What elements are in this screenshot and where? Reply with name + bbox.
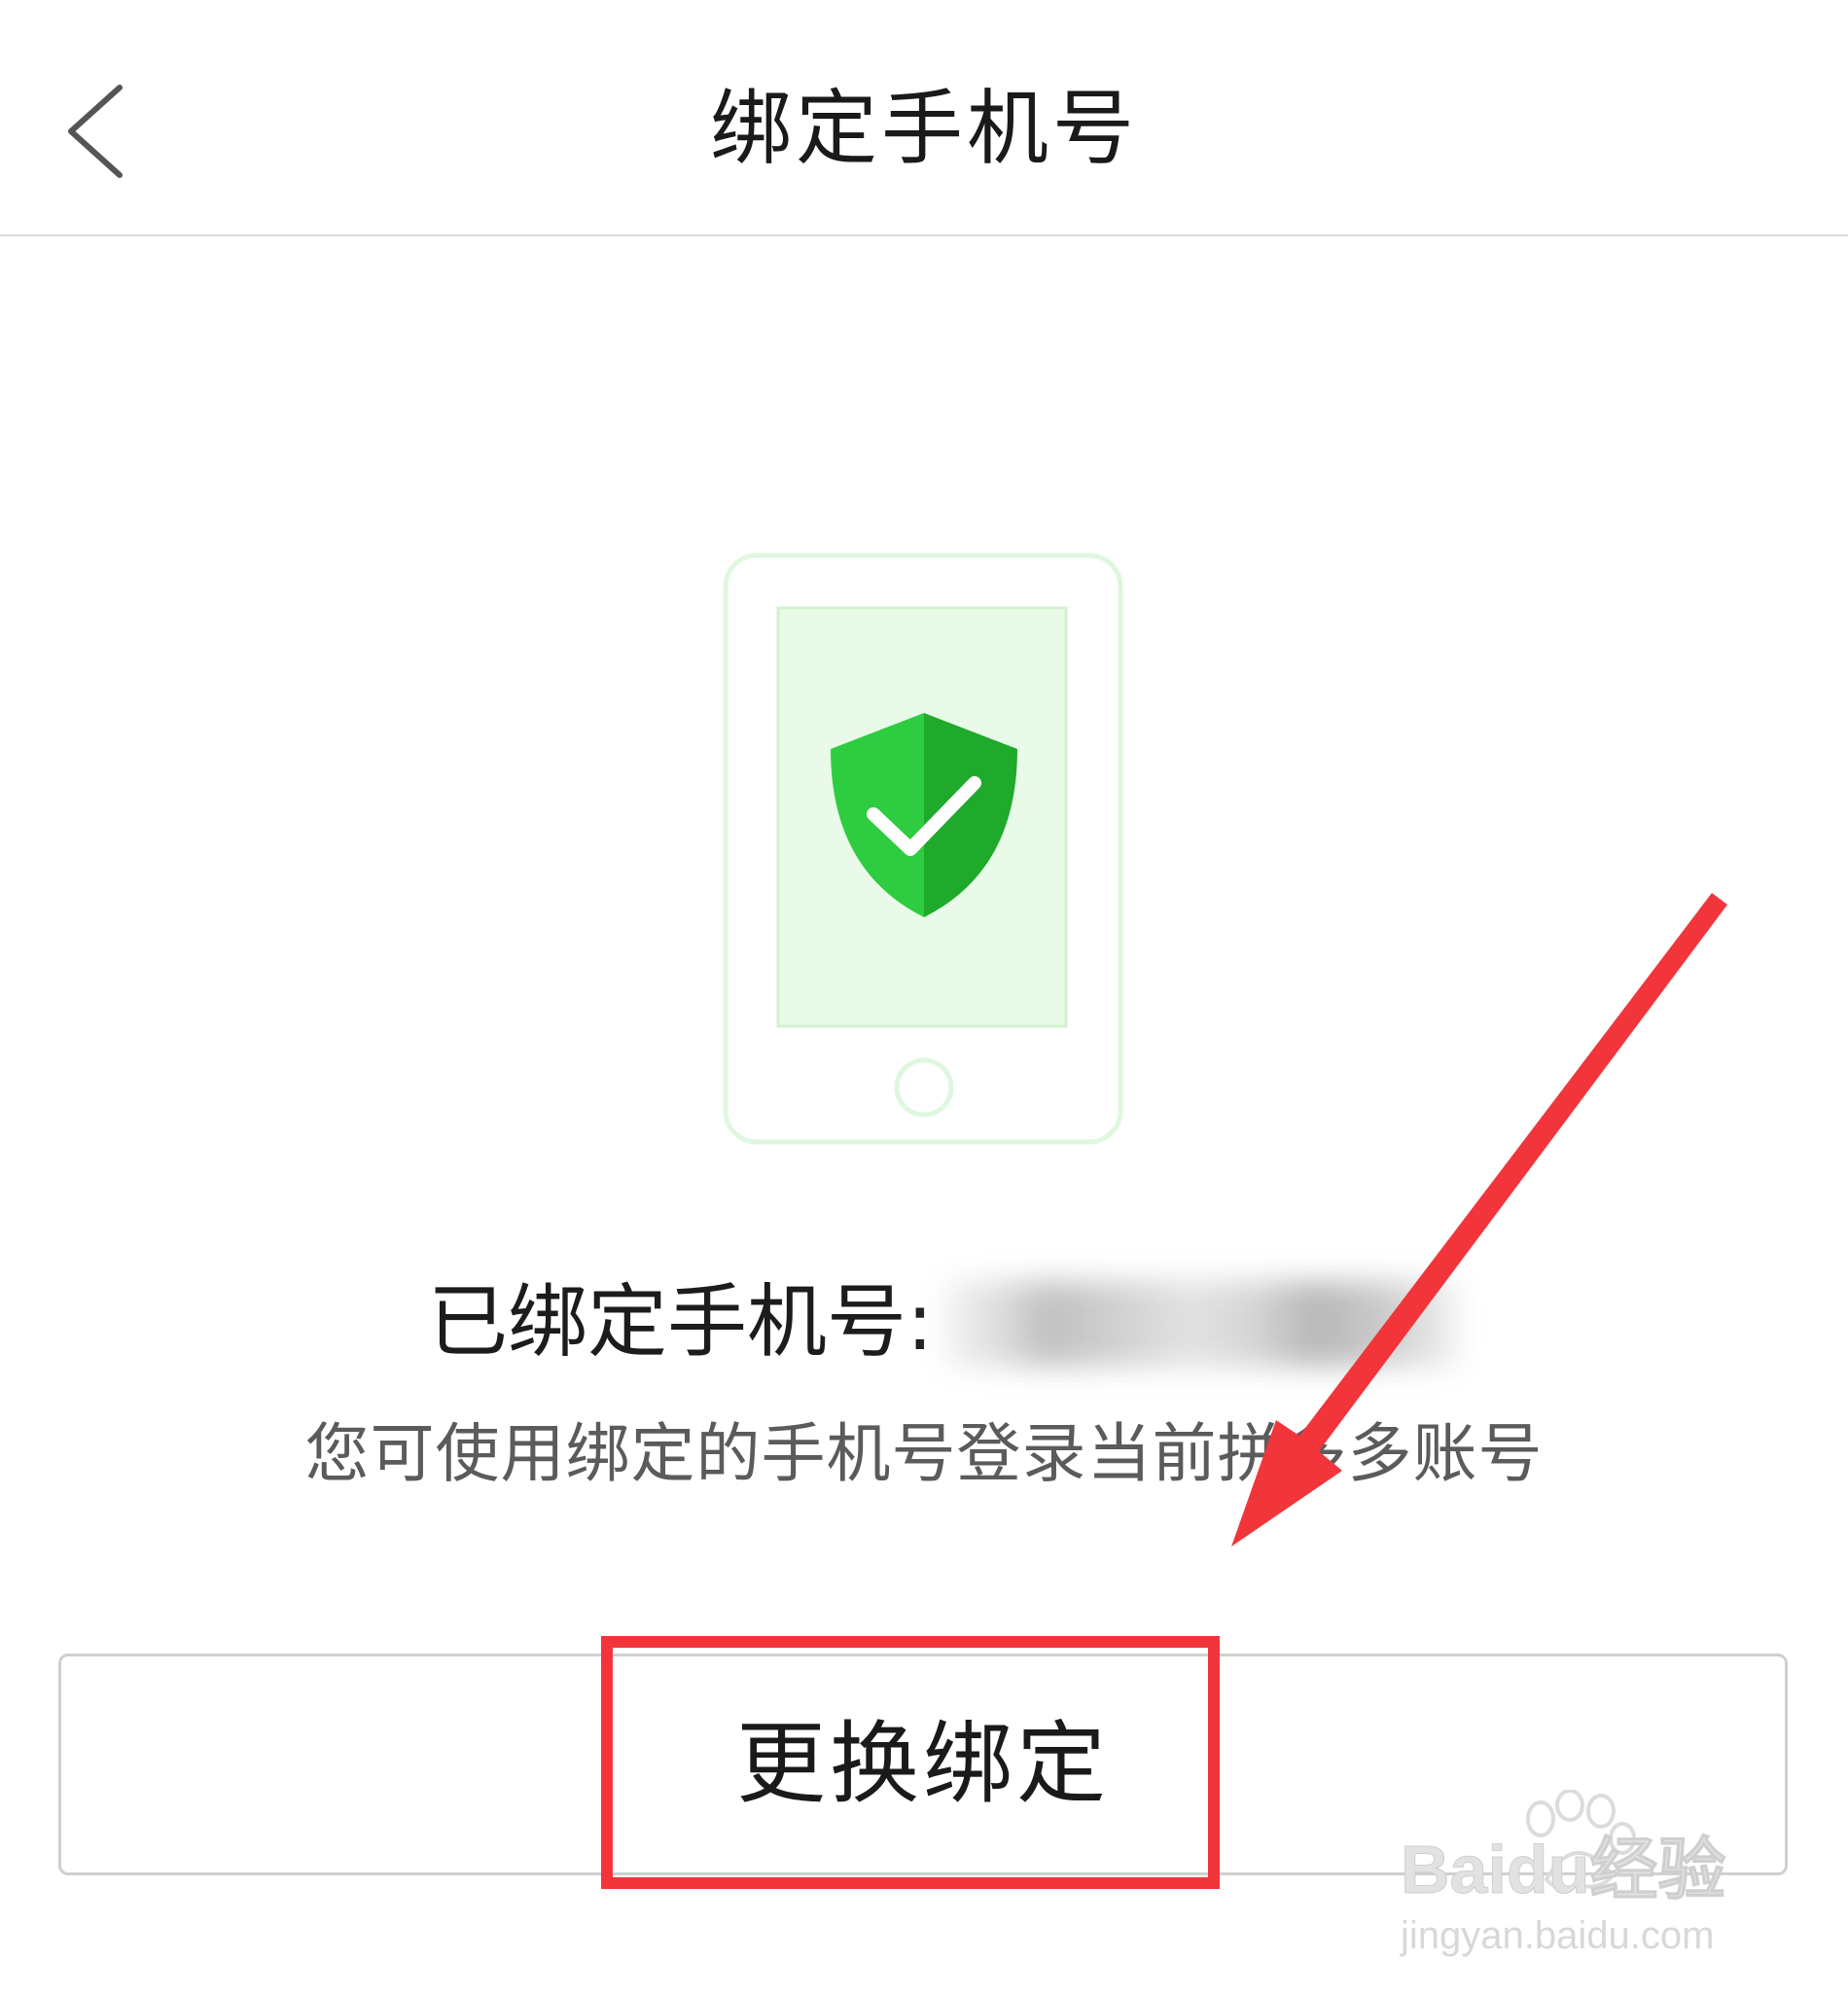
change-binding-button[interactable]: 更换绑定 (58, 1654, 1788, 1875)
bound-phone-row: 已绑定手机号: (428, 1269, 1459, 1376)
phone-shield-check-icon (723, 552, 1123, 1145)
page-title: 绑定手机号 (709, 81, 1138, 176)
privacy-blur (942, 1281, 1459, 1367)
binding-hint-text: 您可使用绑定的手机号登录当前拼多多账号 (304, 1416, 1544, 1491)
top-nav-bar: 绑定手机号 (0, 0, 1848, 236)
change-binding-label: 更换绑定 (735, 1712, 1110, 1816)
bound-phone-value-obscured (942, 1269, 1459, 1367)
watermark-url: jingyan.baidu.com (1401, 1914, 1715, 1957)
bound-phone-label: 已绑定手机号: (428, 1276, 934, 1369)
phone-shield-illustration (720, 550, 1128, 1148)
